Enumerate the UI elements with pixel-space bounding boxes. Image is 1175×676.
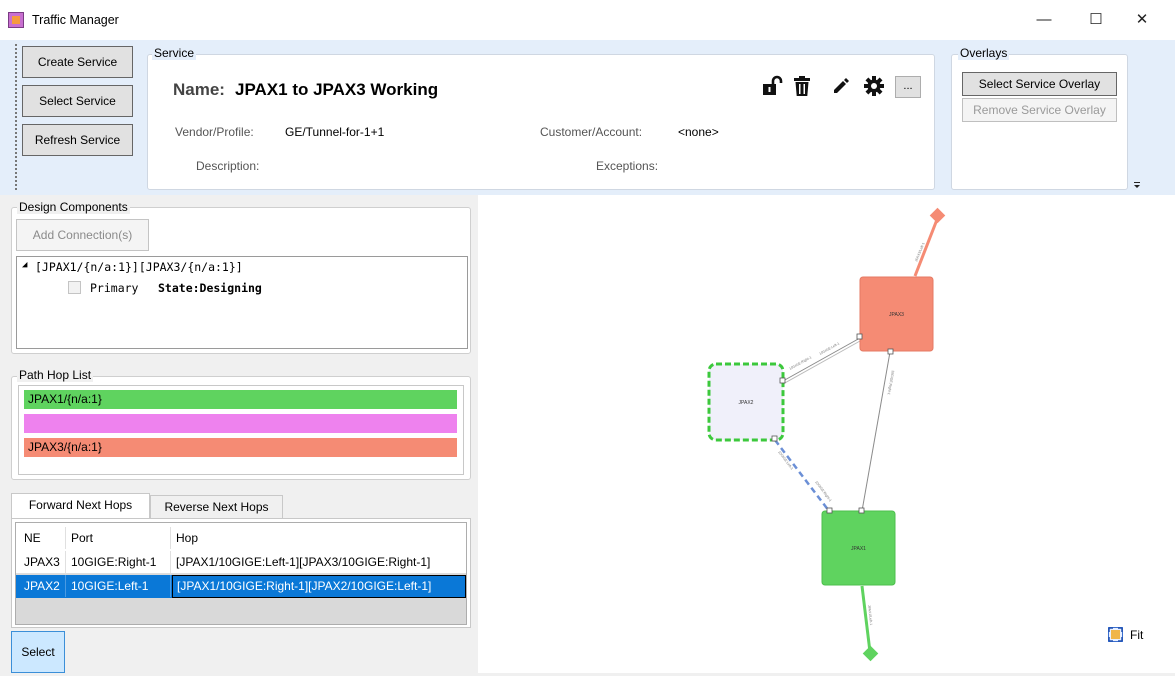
endpoint-jpax1[interactable]	[862, 645, 879, 662]
port-marker[interactable]	[771, 435, 778, 442]
edge-label: 10GIGE:Left-1	[777, 450, 794, 470]
topology-graph: JPAX3/Left-1 JPAX1/Left-1 10GIGE:Right-1…	[707, 207, 946, 662]
edge-label: 10GIGE:Right-1	[789, 355, 813, 371]
customer-value: <none>	[678, 125, 719, 139]
maximize-button[interactable]: ☐	[1073, 6, 1119, 34]
tree-child-state: State:Designing	[158, 281, 262, 295]
service-name-value: JPAX1 to JPAX3 Working	[235, 80, 439, 99]
more-button[interactable]: ...	[895, 76, 921, 98]
remove-service-overlay-button[interactable]: Remove Service Overlay	[962, 98, 1117, 122]
node-label: JPAX1	[851, 546, 866, 552]
fit-label: Fit	[1130, 628, 1144, 642]
node-label: JPAX2	[739, 400, 754, 406]
gear-icon[interactable]	[861, 72, 886, 99]
endpoint-jpax3[interactable]	[929, 207, 946, 224]
port-marker[interactable]	[826, 507, 833, 514]
column-header-hop[interactable]: Hop	[172, 527, 462, 549]
tab-forward-next-hops[interactable]: Forward Next Hops	[11, 493, 150, 519]
select-button[interactable]: Select	[11, 631, 65, 673]
node-label: JPAX3	[889, 312, 904, 318]
table-cell-ne: JPAX3	[20, 551, 66, 573]
table-cell-port: 10GIGE:Right-1	[67, 551, 171, 573]
overlays-group-label: Overlays	[958, 46, 1010, 60]
edge-jpax3-jpax1[interactable]	[861, 351, 891, 512]
edge-label: 10GIGE:Right-1	[814, 480, 832, 502]
edge-jpax2-jpax1[interactable]	[774, 439, 830, 512]
port-marker[interactable]	[887, 348, 894, 355]
add-connection-button[interactable]: Add Connection(s)	[16, 219, 149, 251]
tree-child-label[interactable]: Primary	[90, 281, 138, 295]
select-service-overlay-button[interactable]: Select Service Overlay	[962, 72, 1117, 96]
edge-jpax3-stub[interactable]	[913, 216, 940, 277]
column-header-ne[interactable]: NE	[20, 527, 66, 549]
topology-canvas[interactable]: JPAX3/Left-1 JPAX1/Left-1 10GIGE:Right-1…	[478, 195, 1175, 673]
port-marker[interactable]	[858, 507, 865, 514]
port-marker[interactable]	[856, 333, 863, 340]
exceptions-label: Exceptions:	[596, 159, 659, 173]
description-label: Description:	[196, 159, 260, 173]
create-service-button[interactable]: Create Service	[22, 46, 133, 78]
vendor-value: GE/Tunnel-for-1+1	[285, 125, 385, 139]
service-group-label: Service	[152, 46, 197, 60]
tree-root-item[interactable]: [JPAX1/{n/a:1}][JPAX3/{n/a:1}]	[35, 260, 243, 274]
window-title: Traffic Manager	[32, 13, 119, 27]
unlock-icon[interactable]	[759, 72, 784, 99]
refresh-service-button[interactable]: Refresh Service	[22, 124, 133, 156]
hop-item[interactable]	[24, 414, 457, 433]
port-marker[interactable]	[779, 377, 786, 384]
edge-jpax2-jpax3[interactable]	[782, 337, 861, 382]
edge-label: JPAX1/Left-1	[867, 605, 873, 626]
pencil-icon[interactable]	[828, 72, 853, 99]
fit-icon	[1108, 627, 1123, 642]
hop-item[interactable]: JPAX3/{n/a:1}	[24, 438, 457, 457]
toolbar-grip[interactable]	[15, 44, 17, 190]
close-button[interactable]: ✕	[1119, 6, 1165, 34]
app-icon	[8, 12, 24, 28]
design-components-label: Design Components	[17, 200, 130, 214]
title-bar	[0, 0, 1175, 40]
edge-label: 10GIGE:Right-1	[887, 370, 895, 395]
column-header-port[interactable]: Port	[67, 527, 171, 549]
trash-icon[interactable]	[789, 72, 814, 99]
primary-checkbox[interactable]	[68, 281, 81, 294]
service-name-label: Name:	[173, 80, 225, 99]
table-cell-hop: [JPAX1/10GIGE:Left-1][JPAX3/10GIGE:Right…	[176, 555, 431, 569]
tree-collapse-icon[interactable]: ◢	[22, 260, 27, 270]
fit-button[interactable]: Fit	[1103, 621, 1159, 649]
toolbar-overflow-icon[interactable]	[1133, 178, 1141, 188]
tab-reverse-next-hops[interactable]: Reverse Next Hops	[150, 495, 283, 519]
table-cell-ne: JPAX2	[20, 575, 66, 597]
vendor-label: Vendor/Profile:	[175, 125, 254, 139]
minimize-button[interactable]: —	[1021, 6, 1067, 34]
path-hop-list-label: Path Hop List	[17, 368, 94, 382]
hop-item[interactable]: JPAX1/{n/a:1}	[24, 390, 457, 409]
select-service-button[interactable]: Select Service	[22, 85, 133, 117]
edge-jpax2-jpax3-alt[interactable]	[782, 340, 861, 385]
table-cell-hop: [JPAX1/10GIGE:Right-1][JPAX2/10GIGE:Left…	[172, 575, 466, 598]
customer-label: Customer/Account:	[540, 125, 643, 139]
service-group	[147, 54, 935, 190]
table-cell-port: 10GIGE:Left-1	[67, 575, 171, 597]
